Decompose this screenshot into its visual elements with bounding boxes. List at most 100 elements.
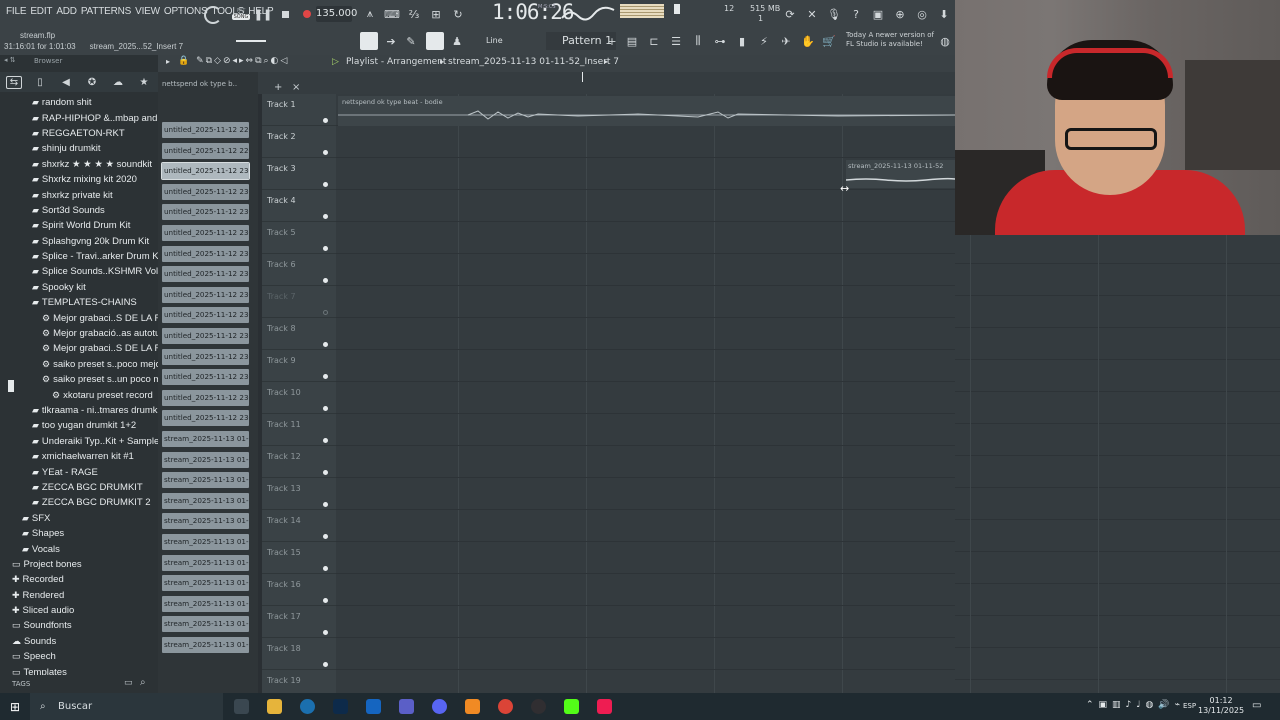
browser-item[interactable]: ▭ Soundfonts (0, 618, 158, 633)
tiktok-icon[interactable] (597, 699, 612, 714)
browser-item[interactable]: ✚ Recorded (0, 572, 158, 587)
obs-icon[interactable] (531, 699, 546, 714)
browser-item[interactable]: ▰ random shit (0, 95, 158, 110)
browser-item[interactable]: ▭ Project bones (0, 557, 158, 572)
browser-item[interactable]: ▰ REGGAETON-RKT (0, 126, 158, 141)
picker-item[interactable]: untitled_2025-11-12 23-.. (162, 389, 249, 406)
track-header[interactable]: Track 7 (262, 286, 336, 318)
browser-item[interactable]: ▰ shinju drumkit (0, 141, 158, 156)
browser-item[interactable]: ▰ Shapes (0, 526, 158, 541)
track-lane[interactable] (336, 382, 955, 414)
touch-icon[interactable]: ✋ (800, 34, 816, 48)
plugin-icon[interactable]: ⊕ (892, 6, 908, 22)
cart-icon[interactable]: 🛒 (822, 34, 836, 48)
microphone-icon[interactable]: 🎙 (826, 6, 842, 22)
track-mute-led[interactable] (323, 310, 328, 315)
steam-icon[interactable] (300, 699, 315, 714)
picker-item[interactable]: untitled_2025-11-12 23-.. (162, 204, 249, 221)
track-mute-led[interactable] (323, 566, 328, 571)
browser-item[interactable]: ▰ tlkraama - ni..tmares drumkit (0, 403, 158, 418)
snap-tool-icons[interactable]: 🔒 ✎⧉◇⊘◂▸⇔⧉⌕◐◁ (178, 56, 289, 66)
chrome-icon[interactable] (498, 699, 513, 714)
track-header[interactable]: Track 12 (262, 446, 336, 478)
picker-item[interactable]: untitled_2025-11-12 23-.. (162, 286, 249, 303)
browser-scroll-marker[interactable] (8, 380, 14, 392)
track-lane[interactable] (955, 424, 1280, 456)
browser-item[interactable]: ✚ Rendered (0, 588, 158, 603)
track-header[interactable]: Track 14 (262, 510, 336, 542)
track-mute-led[interactable] (323, 278, 328, 283)
notifications-icon[interactable]: ▭ (1252, 700, 1261, 711)
track-mute-led[interactable] (323, 342, 328, 347)
track-lane[interactable] (955, 392, 1280, 424)
track-lane[interactable] (336, 414, 955, 446)
playhead-marker[interactable] (582, 72, 583, 82)
browser-item[interactable]: ▰ too yugan drumkit 1+2 (0, 418, 158, 433)
browser-item[interactable]: ⚙saiko preset s..poco mejor v2 (0, 357, 158, 372)
menu-item[interactable]: PATTERNS (79, 6, 133, 17)
all-files-icon[interactable]: ⇆ (6, 75, 22, 89)
current-project-icon[interactable]: ▯ (32, 77, 48, 88)
picker-item[interactable]: untitled_2025-11-12 23-.. (162, 307, 249, 324)
kick-icon[interactable] (564, 699, 579, 714)
track-header[interactable]: Track 5 (262, 222, 336, 254)
track-mute-led[interactable] (323, 502, 328, 507)
browser-item[interactable]: ▰ Splashgvng 20k Drum Kit (0, 234, 158, 249)
plugin-db-icon[interactable]: ⚡ (756, 34, 772, 48)
star-icon[interactable]: ★ (136, 77, 152, 88)
picker-item[interactable]: stream_2025-11-13 01-0.. (162, 534, 249, 550)
master-volume-slider[interactable] (674, 4, 680, 14)
track-mute-led[interactable] (323, 246, 328, 251)
picker-item[interactable]: untitled_2025-11-12 23-.. (162, 410, 249, 427)
picker-item[interactable]: stream_2025-11-13 01-1.. (162, 637, 249, 653)
taskbar-clock[interactable]: 01:12 13/11/2025 (1198, 696, 1244, 716)
plugin-database-icon[interactable]: ✪ (84, 77, 100, 88)
track-mute-led[interactable] (323, 374, 328, 379)
browser-item[interactable]: ⚙saiko preset s..un poco mejor (0, 372, 158, 387)
picker-item[interactable]: untitled_2025-11-12 23-.. (162, 266, 249, 283)
track-lane[interactable] (336, 254, 955, 286)
tempo-display[interactable]: 135.000 (316, 6, 357, 22)
track-mute-led[interactable] (323, 214, 328, 219)
plugin-filter-icon[interactable]: ◀ (58, 77, 74, 88)
track-mute-led[interactable] (323, 534, 328, 539)
record-button[interactable] (300, 7, 314, 21)
browser-item[interactable]: ▰ Splice Sounds..KSHMR Vol. 3 (0, 264, 158, 279)
track-mute-led[interactable] (323, 182, 328, 187)
track-header[interactable]: Track 1 (262, 94, 336, 126)
system-tray-icons[interactable]: ⌃▣▥♪♩◍🔊⌁ (1086, 700, 1185, 710)
track-lane[interactable] (955, 232, 1280, 264)
browser-item[interactable]: ▰ shxrkz private kit (0, 187, 158, 202)
track-lane[interactable] (955, 616, 1280, 648)
language-indicator[interactable]: ESP (1183, 702, 1196, 710)
browser-item[interactable]: ▰ YEat - RAGE (0, 464, 158, 479)
track-lane[interactable] (336, 606, 955, 638)
picker-head[interactable]: nettspend ok type b.. (162, 72, 252, 98)
track-lane[interactable] (336, 126, 955, 158)
picker-item[interactable]: untitled_2025-11-12 23-.. (162, 369, 249, 386)
picker-item[interactable]: untitled_2025-11-12 23-.. (162, 183, 249, 200)
metronome-icon[interactable]: ⩚ (362, 6, 378, 22)
wait-input-icon[interactable]: ⌨ (384, 6, 400, 22)
track-header[interactable]: Track 18 (262, 638, 336, 670)
countdown-icon[interactable]: ⅔ (406, 6, 422, 22)
track-lane[interactable] (336, 542, 955, 574)
track-lane[interactable] (955, 584, 1280, 616)
picker-item[interactable]: untitled_2025-11-12 22-.. (162, 122, 249, 138)
track-mute-led[interactable] (323, 406, 328, 411)
mixer-icon[interactable]: ✕ (804, 6, 820, 22)
picker-item[interactable]: untitled_2025-11-12 22-.. (162, 142, 249, 159)
browser-item[interactable]: ▰ xmichaelwarren kit #1 (0, 449, 158, 464)
menu-item[interactable]: OPTIONS (162, 6, 210, 17)
browser-item[interactable]: ▰ shxrkz ★ ★ ★ ★ soundkit (0, 157, 158, 172)
browser-item[interactable]: ▰RAP-HIPHOP &..mbap and lofi (0, 110, 158, 125)
track-mute-led[interactable] (323, 630, 328, 635)
browser-item[interactable]: ▰ Shxrkz mixing kit 2020 (0, 172, 158, 187)
track-lane[interactable] (955, 296, 1280, 328)
add-track-icon[interactable]: + (274, 82, 282, 93)
tools-icon[interactable]: ✈ (778, 34, 794, 48)
arrow-icon[interactable]: ➔ (384, 34, 398, 48)
picker-item[interactable]: stream_2025-11-13 01-0.. (162, 451, 249, 468)
play-pattern-icon[interactable]: ▷ (332, 57, 339, 67)
globe-icon[interactable]: ◍ (938, 34, 952, 48)
